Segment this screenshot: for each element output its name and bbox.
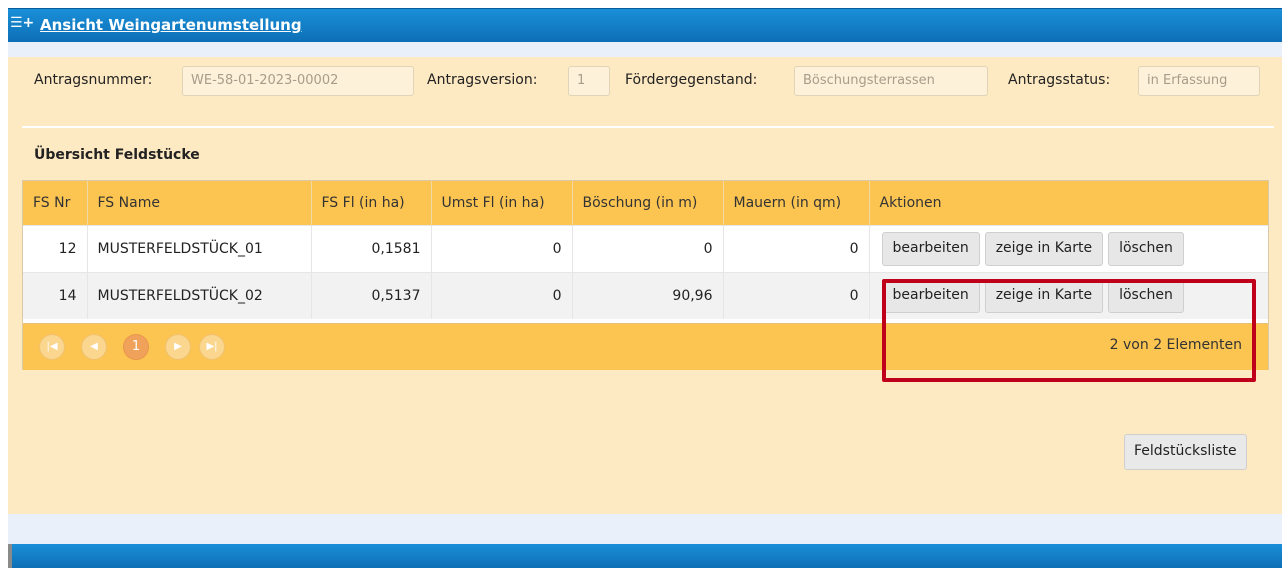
antragsversion-label: Antragsversion: [427, 72, 538, 88]
cell-mauern: 0 [723, 224, 870, 272]
cell-boeschung: 0 [572, 224, 724, 272]
cell-fs-name: MUSTERFELDSTÜCK_02 [87, 271, 312, 319]
divider [22, 126, 1274, 128]
cell-fs-fl: 0,5137 [311, 271, 432, 319]
cell-fs-fl: 0,1581 [311, 224, 432, 272]
table-row[interactable]: 14 MUSTERFELDSTÜCK_02 0,5137 0 90,96 0 b… [23, 271, 1268, 319]
header-spacer [8, 42, 1282, 57]
table-header-row: FS Nr FS Name FS Fl (in ha) Umst Fl (in … [23, 181, 1268, 225]
feldstuecke-table: FS Nr FS Name FS Fl (in ha) Umst Fl (in … [22, 180, 1269, 370]
list-add-icon: ☰+ [10, 15, 35, 31]
current-page-button[interactable]: 1 [123, 334, 149, 360]
edit-button[interactable]: bearbeiten [881, 278, 980, 313]
antragsstatus-field[interactable]: in Erfassung [1138, 66, 1260, 96]
antragsnummer-label: Antragsnummer: [34, 72, 153, 88]
column-header-fs-fl[interactable]: FS Fl (in ha) [311, 181, 432, 225]
cell-actions: bearbeiten zeige in Karte löschen [869, 224, 1268, 272]
antragsversion-field[interactable]: 1 [568, 66, 610, 96]
column-header-fs-nr[interactable]: FS Nr [23, 181, 88, 225]
header-bar: ☰+ Ansicht Weingartenumstellung [8, 8, 1282, 42]
delete-button[interactable]: löschen [1108, 278, 1184, 313]
column-header-umst-fl[interactable]: Umst Fl (in ha) [431, 181, 573, 225]
cell-fs-nr: 14 [23, 271, 88, 319]
foerdergegenstand-label: Fördergegenstand: [625, 72, 758, 88]
cell-mauern: 0 [723, 271, 870, 319]
footer-bar [8, 544, 1282, 568]
foerdergegenstand-field[interactable]: Böschungsterrassen [794, 66, 988, 96]
antragsnummer-field[interactable]: WE-58-01-2023-00002 [182, 66, 414, 96]
cell-umst-fl: 0 [431, 271, 573, 319]
delete-button[interactable]: löschen [1108, 231, 1184, 266]
last-page-icon[interactable]: ▶| [199, 334, 225, 360]
feldstuecksliste-button[interactable]: Feldstücksliste [1124, 434, 1247, 470]
column-header-aktionen: Aktionen [869, 181, 1268, 225]
antragsstatus-label: Antragsstatus: [1008, 72, 1111, 88]
pager-info: 2 von 2 Elementen [1109, 337, 1242, 353]
application-info-row: Antragsnummer: WE-58-01-2023-00002 Antra… [24, 66, 1264, 96]
table-row[interactable]: 12 MUSTERFELDSTÜCK_01 0,1581 0 0 0 bearb… [23, 224, 1268, 272]
previous-page-icon[interactable]: ◀ [81, 334, 107, 360]
cell-fs-name: MUSTERFELDSTÜCK_01 [87, 224, 312, 272]
show-on-map-button[interactable]: zeige in Karte [984, 278, 1104, 313]
scrollbar-edge [8, 544, 12, 568]
page: ☰+ Ansicht Weingartenumstellung Antragsn… [0, 0, 1282, 568]
cell-actions: bearbeiten zeige in Karte löschen [869, 271, 1268, 319]
column-header-boeschung[interactable]: Böschung (in m) [572, 181, 724, 225]
footer-spacer [8, 514, 1282, 544]
section-title: Übersicht Feldstücke [34, 147, 200, 163]
cell-boeschung: 90,96 [572, 271, 724, 319]
next-page-icon[interactable]: ▶ [165, 334, 191, 360]
show-on-map-button[interactable]: zeige in Karte [984, 231, 1104, 266]
edit-button[interactable]: bearbeiten [881, 231, 980, 266]
column-header-mauern[interactable]: Mauern (in qm) [723, 181, 870, 225]
cell-umst-fl: 0 [431, 224, 573, 272]
pager: |◀ ◀ 1 ▶ ▶| 2 von 2 Elementen [23, 323, 1268, 370]
cell-fs-nr: 12 [23, 224, 88, 272]
column-header-fs-name[interactable]: FS Name [87, 181, 312, 225]
page-title-link[interactable]: Ansicht Weingartenumstellung [40, 16, 302, 34]
first-page-icon[interactable]: |◀ [39, 334, 65, 360]
